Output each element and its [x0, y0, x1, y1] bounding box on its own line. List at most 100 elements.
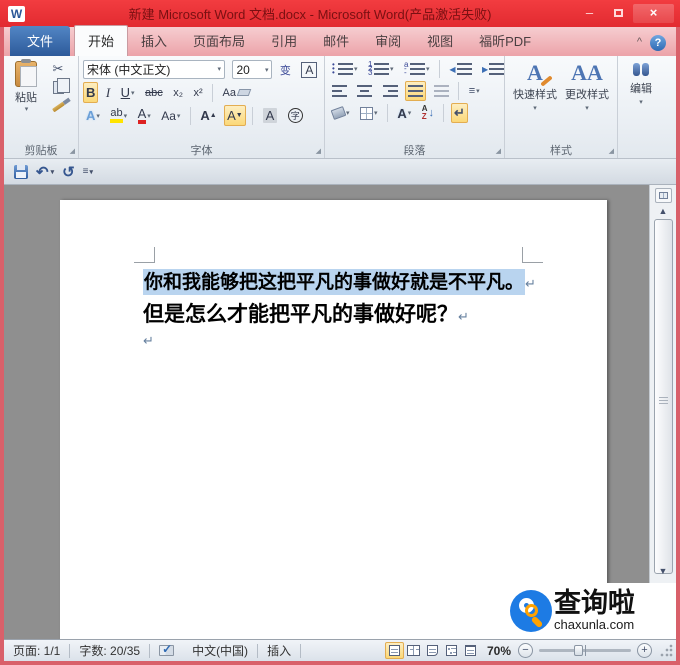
bold-button[interactable]: B — [83, 82, 99, 103]
font-size-dropdown-icon: ▾ — [264, 66, 269, 74]
selected-text[interactable]: 你和我能够把这把平凡的事做好就是不平凡。 — [143, 269, 526, 295]
close-button[interactable]: × — [633, 4, 674, 23]
eraser-icon — [236, 89, 252, 96]
spell-check-icon — [159, 642, 175, 656]
view-outline-button[interactable] — [442, 642, 461, 659]
text-effects-button[interactable]: A ▾ — [83, 105, 103, 126]
minimize-button[interactable]: – — [575, 4, 604, 23]
tab-view[interactable]: 视图 — [414, 26, 466, 56]
watermark-url: chaxunla.com — [554, 617, 635, 632]
subscript-button[interactable]: x₂ — [170, 82, 186, 103]
format-painter-button[interactable] — [47, 97, 69, 116]
clipboard-dialog-launcher-icon[interactable]: ◢ — [70, 147, 75, 155]
tab-foxit-pdf[interactable]: 福昕PDF — [466, 26, 544, 56]
text-highlight-button[interactable]: ab ▾ — [107, 105, 130, 126]
maximize-button[interactable] — [604, 4, 633, 23]
enclose-characters-button[interactable]: 字 — [285, 105, 306, 126]
zoom-out-button[interactable]: − — [518, 643, 533, 658]
undo-button[interactable]: ↶ ▾ — [36, 163, 54, 181]
font-color-button[interactable]: A ▾ — [135, 105, 154, 126]
bullets-button[interactable]: • • • ▾ — [329, 59, 361, 79]
paragraph-dialog-launcher-icon[interactable]: ◢ — [496, 147, 501, 155]
quick-styles-button[interactable]: A 快速样式 ▾ — [509, 59, 561, 141]
font-size-select[interactable]: 20 ▾ — [232, 60, 273, 80]
align-center-button[interactable] — [354, 81, 375, 101]
tab-references[interactable]: 引用 — [258, 26, 310, 56]
character-border-button[interactable]: A — [298, 59, 320, 80]
align-left-button[interactable] — [329, 81, 350, 101]
help-icon[interactable]: ? — [650, 35, 666, 51]
superscript-button[interactable]: x² — [190, 82, 205, 103]
collapse-ribbon-icon[interactable]: ^ — [629, 36, 650, 56]
italic-button[interactable]: I — [103, 82, 113, 103]
word-count-status[interactable]: 字数: 20/35 — [70, 640, 149, 661]
increase-indent-button[interactable]: ▶ — [479, 59, 507, 79]
sort-button[interactable]: A Z ↓ — [419, 103, 437, 123]
grow-font-icon: ▲ — [209, 112, 217, 119]
view-draft-button[interactable] — [461, 642, 480, 659]
shading-button[interactable]: ▾ — [329, 103, 353, 123]
view-fullscreen-reading-button[interactable] — [404, 642, 423, 659]
justify-button[interactable] — [405, 81, 427, 101]
tab-file[interactable]: 文件 — [10, 26, 71, 56]
ruler-toggle-button[interactable] — [654, 188, 672, 203]
show-hide-marks-button[interactable]: ↵ — [450, 103, 468, 123]
scroll-down-button[interactable]: ▼ — [650, 565, 676, 577]
save-button[interactable] — [14, 164, 28, 179]
spell-check-status[interactable] — [150, 640, 183, 661]
line-spacing-button[interactable]: ≡ ▾ — [466, 81, 483, 101]
change-styles-button[interactable]: AA 更改样式 ▾ — [561, 59, 613, 141]
numbering-icon — [373, 63, 389, 75]
language-status[interactable]: 中文(中国) — [183, 640, 257, 661]
zoom-slider[interactable] — [539, 645, 631, 656]
tab-home[interactable]: 开始 — [74, 25, 129, 56]
decrease-indent-button[interactable]: ◀ — [446, 59, 474, 79]
borders-button[interactable]: ▾ — [357, 103, 381, 123]
document-page[interactable]: 你和我能够把这把平凡的事做好就是不平凡。↵ 但是怎么才能把平凡的事做好呢？↵ ↵ — [60, 200, 607, 639]
character-shading-button[interactable]: A — [260, 105, 281, 126]
strikethrough-button[interactable]: abc — [142, 82, 166, 103]
page-number-status[interactable]: 页面: 1/1 — [4, 640, 69, 661]
scissors-icon: ✂ — [52, 60, 64, 76]
scrollbar-thumb[interactable] — [653, 219, 673, 574]
document-line-2[interactable]: 但是怎么才能把平凡的事做好呢？↵ — [143, 298, 469, 328]
grow-font-button[interactable]: A ▲ — [197, 105, 219, 126]
resize-grip-icon[interactable] — [660, 644, 673, 657]
customize-qat-button[interactable]: ≡ ▾ — [83, 166, 93, 177]
font-name-select[interactable]: 宋体 (中文正文) ▾ — [83, 59, 225, 79]
zoom-in-button[interactable]: + — [637, 643, 652, 658]
tab-review[interactable]: 审阅 — [362, 26, 414, 56]
paste-dropdown-icon[interactable]: ▾ — [9, 105, 44, 113]
zoom-slider-thumb[interactable] — [573, 645, 583, 656]
tab-insert[interactable]: 插入 — [128, 26, 180, 56]
align-right-button[interactable] — [380, 81, 401, 101]
styles-dialog-launcher-icon[interactable]: ◢ — [609, 147, 614, 155]
clear-formatting-button[interactable]: Aa — [220, 82, 253, 103]
paste-button[interactable]: 粘贴 ▾ — [8, 59, 44, 116]
multilevel-list-button[interactable]: a - - ▾ — [401, 59, 433, 79]
zoom-level[interactable]: 70% — [480, 644, 518, 658]
view-web-layout-button[interactable] — [423, 642, 442, 659]
scroll-up-button[interactable]: ▲ — [650, 205, 676, 217]
distribute-button[interactable] — [431, 81, 452, 101]
shrink-font-button[interactable]: A ▼ — [224, 105, 246, 126]
insert-mode-status[interactable]: 插入 — [258, 640, 300, 661]
change-case-button[interactable]: Aa ▾ — [158, 105, 183, 126]
underline-button[interactable]: U ▾ — [118, 82, 138, 103]
view-print-layout-button[interactable] — [384, 642, 404, 659]
maximize-icon — [614, 9, 623, 17]
asian-layout-button[interactable]: A ▾ — [394, 103, 414, 123]
phonetic-guide-button[interactable]: 变 — [277, 59, 294, 80]
document-line-3[interactable]: ↵ — [143, 330, 154, 349]
vertical-scrollbar[interactable]: ▲ ▼ — [649, 185, 676, 639]
redo-button[interactable]: ↺ — [62, 163, 75, 181]
document-line-1[interactable]: 你和我能够把这把平凡的事做好就是不平凡。↵ — [143, 267, 536, 295]
editing-button[interactable]: 编辑 ▾ — [622, 59, 660, 106]
cut-button[interactable]: ✂ — [47, 59, 69, 78]
font-dialog-launcher-icon[interactable]: ◢ — [316, 147, 321, 155]
tab-page-layout[interactable]: 页面布局 — [180, 26, 258, 56]
tab-mailings[interactable]: 邮件 — [310, 26, 362, 56]
numbering-button[interactable]: 1 2 3 ▾ — [365, 59, 397, 79]
paragraph-group-label: 段落 ◢ — [403, 144, 502, 157]
copy-button[interactable] — [47, 78, 70, 97]
